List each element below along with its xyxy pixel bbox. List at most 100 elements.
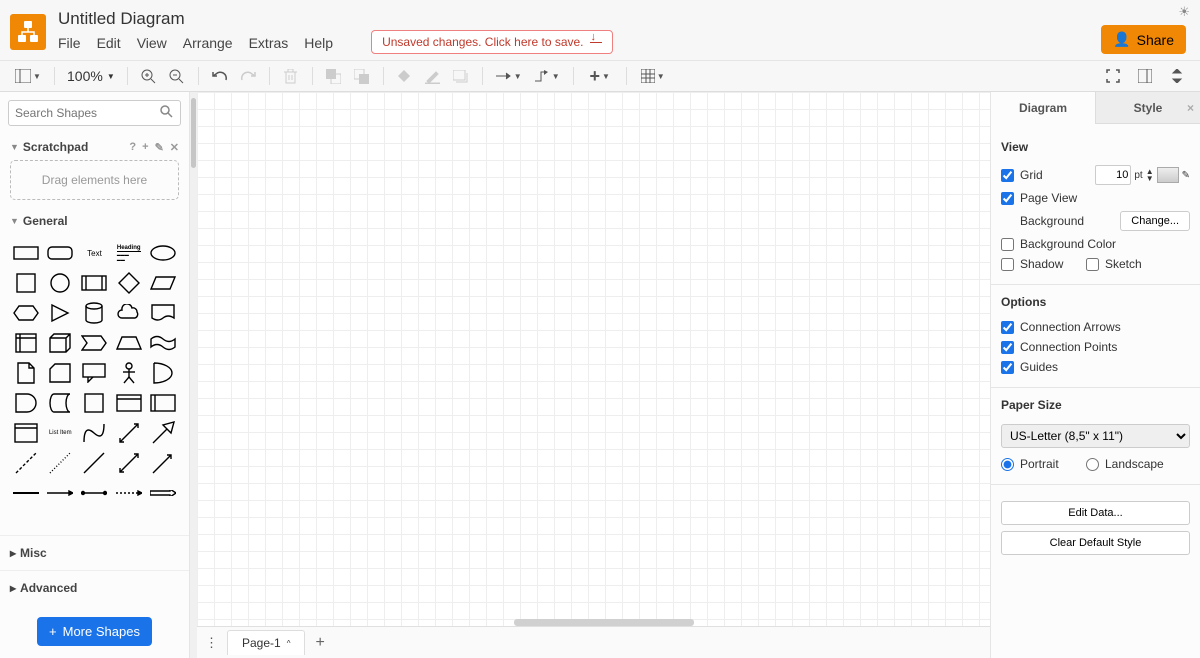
shape-hexagon[interactable] [10,300,42,326]
shape-step[interactable] [78,330,110,356]
shape-process[interactable] [78,270,110,296]
line-color-button[interactable] [420,64,446,88]
sidebar-scrollbar[interactable] [190,92,197,658]
sidebar-toggle-button[interactable]: ▼ [10,64,46,88]
grid-size-input[interactable] [1095,165,1131,185]
edit-data-button[interactable]: Edit Data... [1001,501,1190,525]
connection-arrows-checkbox[interactable] [1001,321,1014,334]
to-front-button[interactable] [321,64,347,88]
shape-dashed-line[interactable] [10,450,42,476]
shape-note[interactable] [10,360,42,386]
stepper-icon[interactable]: ▲▼ [1146,168,1154,182]
advanced-section-header[interactable]: ▸Advanced [0,570,189,605]
scratchpad-edit-icon[interactable]: ✎ [155,141,164,154]
sketch-checkbox[interactable] [1086,258,1099,271]
page-view-checkbox[interactable] [1001,192,1014,205]
shape-curve[interactable] [78,420,110,446]
shape-diamond[interactable] [113,270,145,296]
shape-tape[interactable] [147,330,179,356]
fill-color-button[interactable] [392,64,418,88]
shape-cube[interactable] [44,330,76,356]
table-button[interactable]: ▼ [635,64,671,88]
shape-container-vrect[interactable] [147,390,179,416]
shape-list-item[interactable]: List Item [44,420,76,446]
delete-button[interactable] [278,64,304,88]
undo-button[interactable] [207,64,233,88]
zoom-out-button[interactable] [164,64,190,88]
shape-text[interactable]: Text [78,240,110,266]
collapse-button[interactable] [1164,64,1190,88]
shape-internal-storage[interactable] [10,330,42,356]
landscape-radio[interactable] [1086,458,1099,471]
background-change-button[interactable]: Change... [1120,211,1190,231]
redo-button[interactable] [235,64,261,88]
more-shapes-button[interactable]: +More Shapes [37,617,152,646]
close-icon[interactable]: × [1187,101,1194,115]
shape-circle[interactable] [44,270,76,296]
shape-cylinder[interactable] [78,300,110,326]
general-section-header[interactable]: ▼ General [0,208,189,234]
menu-arrange[interactable]: Arrange [183,31,243,55]
format-panel-toggle[interactable] [1132,64,1158,88]
shape-link1[interactable] [10,480,42,506]
shape-cloud[interactable] [113,300,145,326]
shape-link3[interactable] [78,480,110,506]
shape-parallelogram[interactable] [147,270,179,296]
shape-actor[interactable] [113,360,145,386]
guides-checkbox[interactable] [1001,361,1014,374]
shape-line[interactable] [78,450,110,476]
shadow-checkbox[interactable] [1001,258,1014,271]
scratchpad-close-icon[interactable]: ✕ [170,141,179,154]
insert-button[interactable]: +▼ [582,64,618,88]
zoom-in-button[interactable] [136,64,162,88]
shape-list[interactable] [10,420,42,446]
search-shapes-input[interactable] [8,100,181,126]
shape-callout[interactable] [78,360,110,386]
fullscreen-button[interactable] [1100,64,1126,88]
shape-container-square[interactable] [78,390,110,416]
shape-square[interactable] [10,270,42,296]
search-icon[interactable] [160,105,173,121]
shape-triangle[interactable] [44,300,76,326]
paper-size-select[interactable]: US-Letter (8,5" x 11") [1001,424,1190,448]
menu-view[interactable]: View [137,31,177,55]
page-tab-1[interactable]: Page-1^ [227,630,305,655]
connection-points-checkbox[interactable] [1001,341,1014,354]
shape-document[interactable] [147,300,179,326]
scratchpad-dropzone[interactable]: Drag elements here [10,160,179,200]
share-button[interactable]: 👤 Share [1101,25,1186,54]
clear-default-style-button[interactable]: Clear Default Style [1001,531,1190,555]
menu-extras[interactable]: Extras [249,31,299,55]
app-logo[interactable] [10,14,46,50]
tab-style[interactable]: Style× [1095,92,1200,124]
add-page-button[interactable]: + [315,634,324,652]
grid-color-swatch[interactable] [1157,167,1179,183]
shape-data-storage[interactable] [44,390,76,416]
theme-toggle-icon[interactable]: ☀ [1178,4,1190,20]
grid-checkbox[interactable] [1001,169,1014,182]
shape-container-hrect[interactable] [113,390,145,416]
shape-and[interactable] [10,390,42,416]
edit-icon[interactable]: ✎ [1182,170,1190,181]
shape-arrow[interactable] [147,420,179,446]
portrait-radio[interactable] [1001,458,1014,471]
menu-edit[interactable]: Edit [97,31,131,55]
shape-link2[interactable] [44,480,76,506]
shape-bidirectional-arrow[interactable] [113,420,145,446]
pages-menu-icon[interactable]: ⋮ [205,635,217,651]
shape-or[interactable] [147,360,179,386]
shape-ellipse[interactable] [147,240,179,266]
scratchpad-section-header[interactable]: ▼ Scratchpad ? + ✎ ✕ [0,134,189,160]
shape-link4[interactable] [113,480,145,506]
connection-button[interactable]: ▼ [491,64,527,88]
shape-trapezoid[interactable] [113,330,145,356]
to-back-button[interactable] [349,64,375,88]
shape-rectangle[interactable] [10,240,42,266]
drawing-canvas[interactable] [197,92,990,658]
zoom-dropdown[interactable]: 100%▼ [63,68,119,84]
menu-help[interactable]: Help [304,31,343,55]
shape-directional-connector[interactable] [147,450,179,476]
menu-file[interactable]: File [58,31,91,55]
shape-heading[interactable]: Heading▬▬▬▬▬ [113,240,145,266]
shadow-button[interactable] [448,64,474,88]
